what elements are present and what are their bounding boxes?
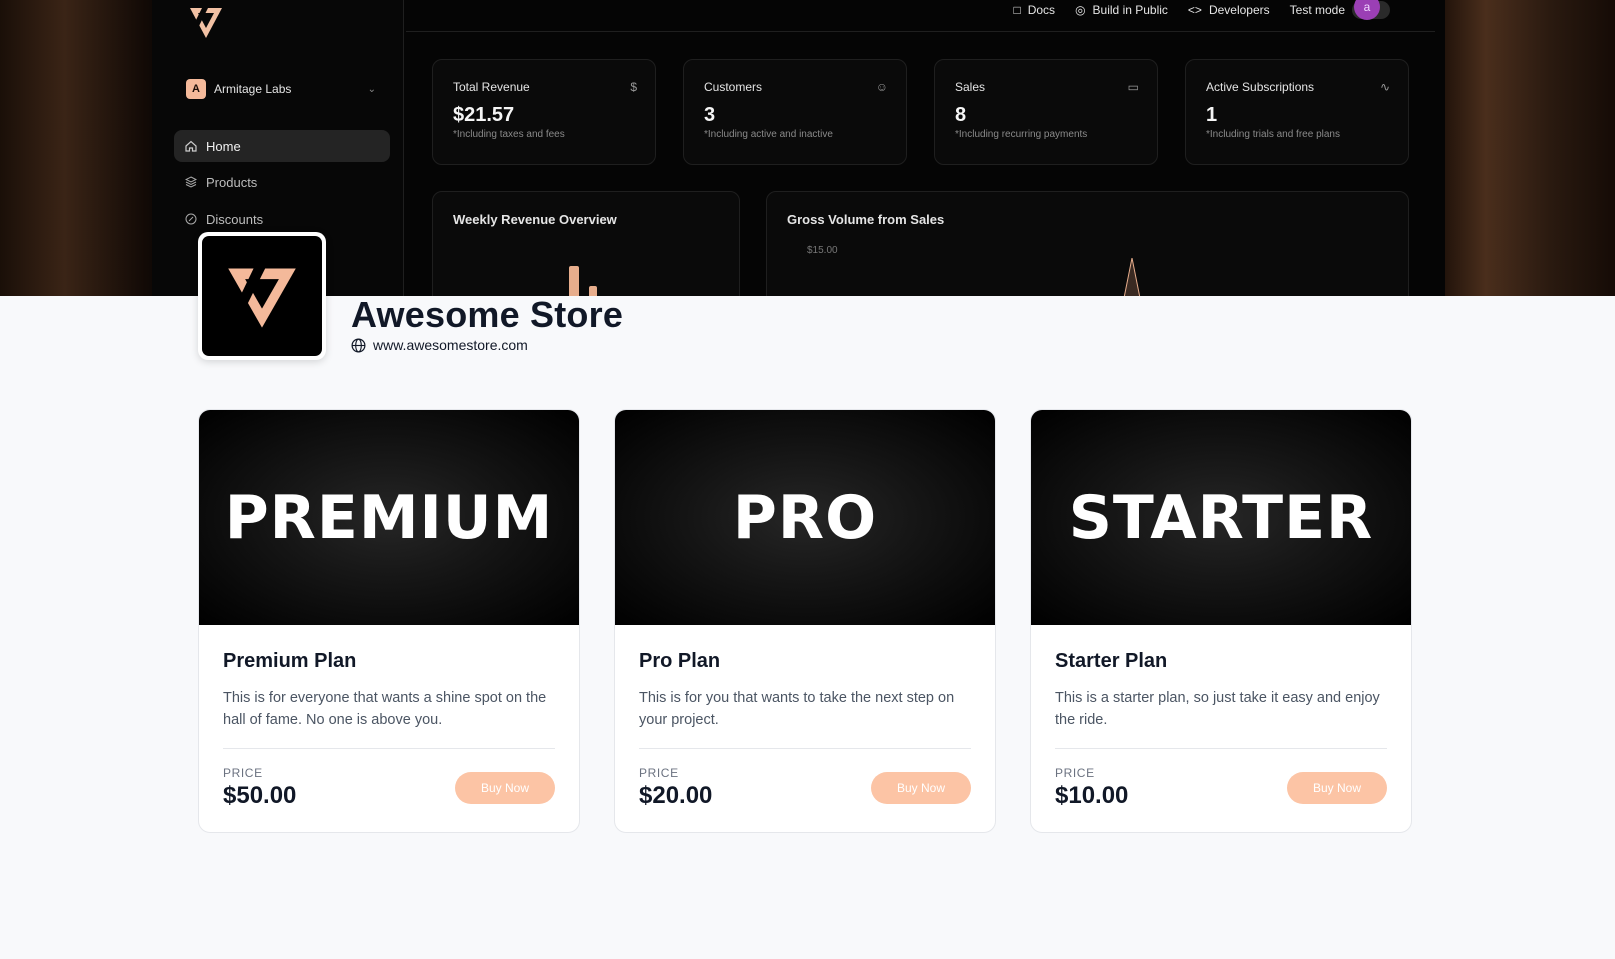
stat-note: *Including taxes and fees bbox=[453, 129, 565, 140]
product-description: This is for everyone that wants a shine … bbox=[223, 690, 547, 728]
org-switcher[interactable]: A Armitage Labs ⌄ bbox=[186, 78, 376, 100]
divider bbox=[406, 31, 1435, 32]
sidebar-item-label: Home bbox=[206, 138, 241, 154]
product-banner: STARTER bbox=[1031, 410, 1411, 625]
users-icon: ☺ bbox=[875, 80, 888, 94]
divider bbox=[639, 748, 971, 749]
stat-value: 8 bbox=[955, 104, 967, 126]
stat-note: *Including active and inactive bbox=[704, 129, 833, 140]
store-logo bbox=[198, 232, 326, 360]
sidebar-item-products[interactable]: Products bbox=[174, 166, 390, 198]
store-url[interactable]: www.awesomestore.com bbox=[351, 337, 528, 353]
product-price: $20.00 bbox=[639, 782, 713, 809]
stat-label: Total Revenue bbox=[453, 80, 530, 94]
stat-note: *Including trials and free plans bbox=[1206, 129, 1340, 140]
price-label: PRICE bbox=[639, 766, 679, 780]
home-icon bbox=[184, 139, 198, 153]
document-icon: □ bbox=[1013, 3, 1021, 17]
product-description: This is a starter plan, so just take it … bbox=[1055, 690, 1380, 728]
stat-value: 1 bbox=[1206, 104, 1218, 126]
dollar-icon: $ bbox=[630, 80, 637, 94]
card-icon: ▭ bbox=[1127, 80, 1139, 94]
product-card-pro: PRO Pro Plan This is for you that wants … bbox=[614, 409, 996, 833]
price-label: PRICE bbox=[1055, 766, 1095, 780]
stat-card-customers: Customers ☺ 3 *Including active and inac… bbox=[683, 59, 907, 165]
product-title: Premium Plan bbox=[223, 650, 357, 672]
stat-card-sales: Sales ▭ 8 *Including recurring payments bbox=[934, 59, 1158, 165]
docs-link[interactable]: □ Docs bbox=[1013, 3, 1055, 17]
test-mode-label: Test mode bbox=[1289, 3, 1345, 17]
developers-label: Developers bbox=[1208, 3, 1270, 17]
gross-volume-panel: Gross Volume from Sales $15.00 bbox=[766, 191, 1409, 296]
store-logo-icon bbox=[228, 268, 296, 328]
store-url-text: www.awesomestore.com bbox=[373, 337, 528, 353]
sidebar-item-label: Products bbox=[206, 174, 258, 190]
globe-icon bbox=[351, 338, 366, 352]
weekly-revenue-panel: Weekly Revenue Overview bbox=[432, 191, 740, 296]
product-title: Pro Plan bbox=[639, 650, 721, 672]
product-banner: PRO bbox=[615, 410, 995, 625]
volume-spike bbox=[1123, 258, 1141, 296]
developers-link[interactable]: <> Developers bbox=[1188, 3, 1270, 17]
dashboard-preview: A Armitage Labs ⌄ Home Products Discount… bbox=[152, 0, 1445, 296]
product-banner-text: STARTER bbox=[1068, 482, 1374, 553]
sidebar-item-discounts[interactable]: Discounts bbox=[174, 203, 390, 235]
divider bbox=[1055, 748, 1387, 749]
product-banner-text: PREMIUM bbox=[224, 482, 554, 553]
buy-now-button[interactable]: Buy Now bbox=[1287, 772, 1387, 804]
divider bbox=[223, 748, 555, 749]
store-name: Awesome Store bbox=[351, 294, 624, 335]
stat-label: Sales bbox=[955, 80, 986, 94]
stat-value: $21.57 bbox=[453, 104, 515, 126]
product-banner-text: PRO bbox=[732, 482, 878, 553]
axis-label: $15.00 bbox=[807, 245, 838, 256]
docs-label: Docs bbox=[1027, 3, 1056, 17]
product-card-starter: STARTER Starter Plan This is a starter p… bbox=[1030, 409, 1412, 833]
sidebar-item-home[interactable]: Home bbox=[174, 130, 390, 162]
product-banner: PREMIUM bbox=[199, 410, 579, 625]
activity-icon: ∿ bbox=[1379, 80, 1390, 94]
product-title: Starter Plan bbox=[1055, 650, 1168, 672]
product-price: $10.00 bbox=[1055, 782, 1129, 809]
build-in-public-link[interactable]: ◎ Build in Public bbox=[1075, 3, 1168, 17]
stat-note: *Including recurring payments bbox=[955, 129, 1088, 140]
brand-logo-icon bbox=[190, 8, 222, 38]
org-name: Armitage Labs bbox=[214, 82, 292, 96]
buy-now-button[interactable]: Buy Now bbox=[871, 772, 971, 804]
chevron-down-icon: ⌄ bbox=[367, 83, 376, 95]
panel-title: Weekly Revenue Overview bbox=[453, 212, 617, 227]
org-avatar: A bbox=[186, 79, 206, 99]
build-label: Build in Public bbox=[1092, 3, 1168, 17]
product-price: $50.00 bbox=[223, 782, 297, 809]
buy-now-button[interactable]: Buy Now bbox=[455, 772, 555, 804]
product-description: This is for you that wants to take the n… bbox=[639, 690, 955, 728]
layers-icon bbox=[184, 175, 198, 189]
revenue-bar bbox=[569, 266, 579, 296]
stat-value: 3 bbox=[704, 104, 716, 126]
sidebar-item-label: Discounts bbox=[206, 211, 264, 227]
stat-card-revenue: Total Revenue $ $21.57 *Including taxes … bbox=[432, 59, 656, 165]
price-label: PRICE bbox=[223, 766, 263, 780]
dashboard-topnav: □ Docs ◎ Build in Public <> Developers T… bbox=[1013, 0, 1390, 20]
product-card-premium: PREMIUM Premium Plan This is for everyon… bbox=[198, 409, 580, 833]
percent-icon bbox=[184, 212, 198, 226]
code-icon: <> bbox=[1187, 3, 1202, 17]
stat-card-subscriptions: Active Subscriptions ∿ 1 *Including tria… bbox=[1185, 59, 1409, 165]
stat-label: Active Subscriptions bbox=[1206, 80, 1315, 94]
stat-label: Customers bbox=[704, 80, 763, 94]
globe-icon: ◎ bbox=[1075, 3, 1086, 17]
panel-title: Gross Volume from Sales bbox=[787, 212, 945, 227]
